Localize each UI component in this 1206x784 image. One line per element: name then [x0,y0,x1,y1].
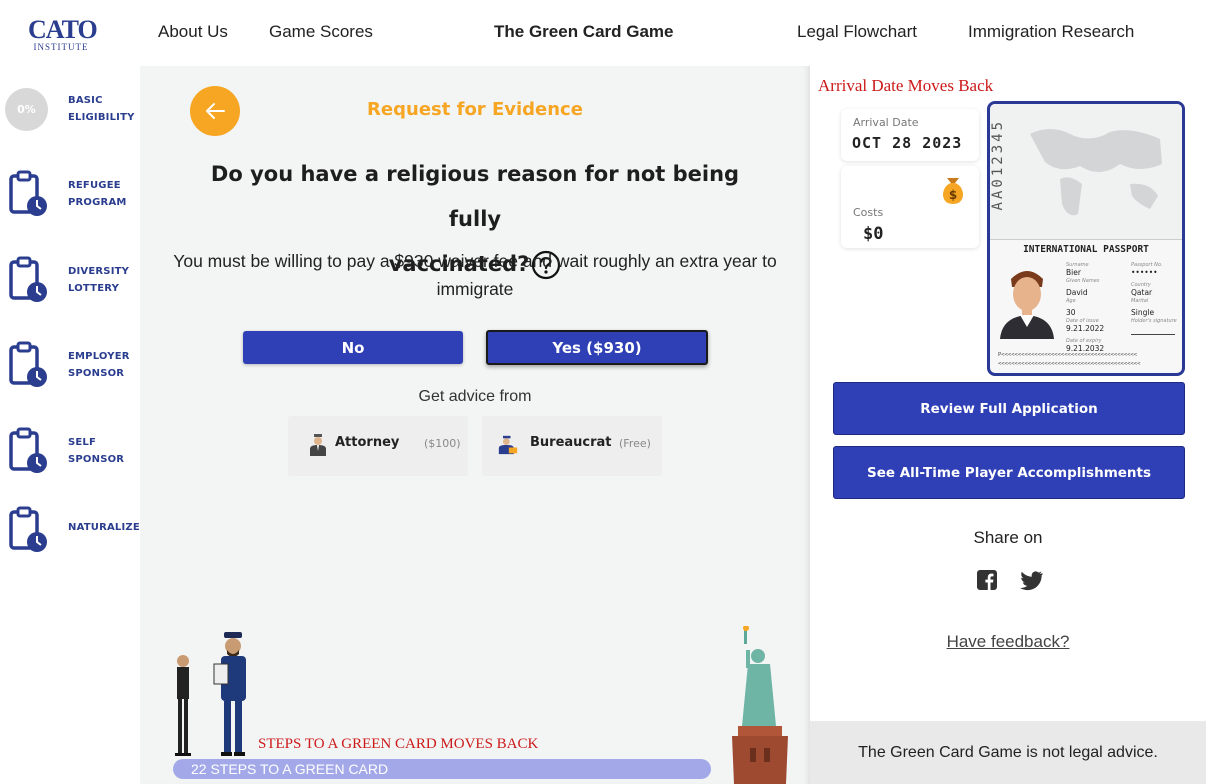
twitter-icon[interactable] [1019,571,1043,591]
logo-sub: INSTITUTE [33,42,89,52]
sidebar-item-label: SPONSOR [68,368,125,379]
clipboard-clock-icon [9,427,47,473]
given-names-value: David [1066,288,1088,297]
clipboard-clock-icon [9,256,47,302]
costs-card: $ Costs $0 [841,166,979,248]
marital-label: Marital [1131,298,1149,304]
arrival-date-value: OCT 28 2023 [852,134,963,152]
money-bag-icon: $ [943,178,963,204]
player-accomplishments-button[interactable]: See All-Time Player Accomplishments [833,446,1185,499]
nav-legal-flowchart[interactable]: Legal Flowchart [797,22,917,42]
passport-world-map: AA012345 [990,104,1182,240]
issue-date-value: 9.21.2022 [1066,324,1105,333]
steps-notice: STEPS TO A GREEN CARD MOVES BACK [258,736,539,752]
sidebar-item-label: NATURALIZE [68,522,140,533]
age-label: Age [1066,298,1076,304]
sidebar-item-self-sponsor[interactable]: SELF SPONSOR [0,427,140,497]
review-application-button[interactable]: Review Full Application [833,382,1185,435]
steps-progress-bar: 22 STEPS TO A GREEN CARD [173,759,711,779]
age-value: 30 [1066,308,1076,317]
sidebar-item-label: LOTTERY [68,283,120,294]
sidebar-item-label: SELF [68,437,97,448]
steps-progress-label: 22 STEPS TO A GREEN CARD [191,761,389,777]
sidebar-item-label: BASIC [68,95,103,106]
section-heading: Request for Evidence [367,99,583,120]
passport-title: INTERNATIONAL PASSPORT [1023,244,1149,255]
costs-label: Costs [853,206,884,219]
attorney-icon [310,434,326,456]
logo-main: CATO [28,15,98,44]
advice-label: Get advice from [418,388,532,405]
bureaucrat-icon [498,435,518,455]
svg-text:$: $ [949,188,957,202]
advisor-price: ($100) [424,437,461,450]
advisor-price: (Free) [619,437,651,450]
sidebar-item-label: PROGRAM [68,197,127,208]
question-description: You must be willing to pay a $930 waiver… [173,251,777,299]
clipboard-clock-icon [9,506,47,552]
progress-circle: 0% [5,88,48,131]
sidebar-item-diversity-lottery[interactable]: DIVERSITY LOTTERY [0,256,140,326]
surname-value: Bier [1066,268,1081,277]
country-value: Qatar [1131,288,1153,297]
top-nav: CATO INSTITUTE About Us Game Scores The … [0,0,1206,66]
feedback-link[interactable]: Have feedback? [810,632,1206,652]
signature-label: Holder's signature [1131,318,1177,324]
nav-green-card-game[interactable]: The Green Card Game [494,22,674,42]
advisor-name: Attorney [335,435,400,450]
sidebar-item-refugee-program[interactable]: REFUGEE PROGRAM [0,170,140,240]
nav-about-us[interactable]: About Us [158,22,228,42]
bureaucrat-advice-button[interactable]: Bureaucrat (Free) [482,416,662,476]
arrival-date-card: Arrival Date OCT 28 2023 [841,109,979,161]
officer-figure [213,632,246,756]
sidebar-item-naturalize[interactable]: NATURALIZE [0,506,140,576]
sidebar: 0% BASIC ELIGIBILITY REFUGEE PROGRAM DIV… [0,66,140,784]
given-names-label: Given Names [1066,278,1100,284]
passport: AA012345 INTERNATIONAL PASSPORT Surname … [987,101,1185,376]
attorney-advice-button[interactable]: Attorney ($100) [288,416,468,476]
sidebar-item-label: REFUGEE [68,180,121,191]
passport-mrz-line-2: <<<<<<<<<<<<<<<<<<<<<<<<<<<<<<<<<<<<<<<<… [998,361,1141,367]
yes-button[interactable]: Yes ($930) [486,330,708,365]
nav-immigration-research[interactable]: Immigration Research [968,22,1134,42]
sidebar-item-employer-sponsor[interactable]: EMPLOYER SPONSOR [0,341,140,411]
sidebar-item-basic-eligibility[interactable]: 0% BASIC ELIGIBILITY [0,88,140,158]
main-panel: Request for Evidence Do you have a relig… [140,66,810,784]
sidebar-item-label: ELIGIBILITY [68,112,135,123]
right-panel: Arrival Date Moves Back Arrival Date OCT… [810,66,1206,784]
passport-photo-avatar [994,261,1060,339]
arrival-notice: Arrival Date Moves Back [818,76,994,95]
sidebar-item-label: SPONSOR [68,454,125,465]
traveler-figure [175,655,191,756]
nav-game-scores[interactable]: Game Scores [269,22,373,42]
cato-logo[interactable]: CATO INSTITUTE [28,15,98,54]
arrival-date-label: Arrival Date [853,116,919,129]
passport-mrz-line-1: P<<<<<<<<<<<<<<<<<<<<<<<<<<<<<<<<<<<<<<<… [998,352,1138,358]
marital-value: Single [1131,308,1155,317]
clipboard-clock-icon [9,341,47,387]
passport-no-value: •••••• [1131,268,1158,277]
clipboard-clock-icon [9,170,47,216]
share-label: Share on [973,528,1043,547]
sidebar-item-label: DIVERSITY [68,266,130,277]
question-line-1: Do you have a religious reason for not b… [210,162,740,231]
advisor-name: Bureaucrat [530,435,612,450]
passport-number-vertical: AA012345 [990,119,1006,211]
legal-disclaimer-text: The Green Card Game is not legal advice. [858,743,1158,761]
legal-disclaimer-footer: The Green Card Game is not legal advice. [810,721,1206,784]
sidebar-item-label: EMPLOYER [68,351,130,362]
facebook-icon[interactable] [977,570,997,590]
no-button[interactable]: No [243,331,463,364]
statue-of-liberty [732,626,788,784]
costs-value: $0 [863,224,884,244]
